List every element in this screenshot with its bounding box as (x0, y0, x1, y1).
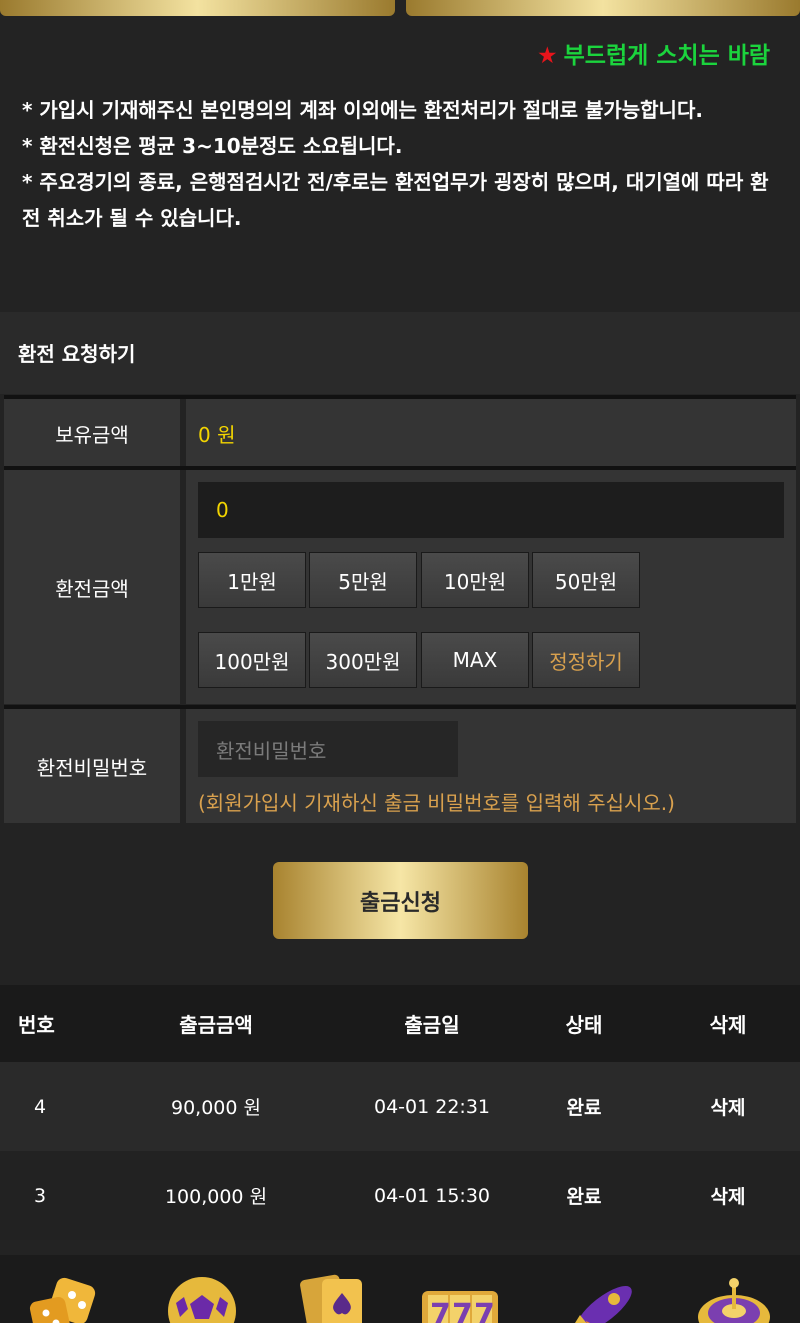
notice-line: * 환전신청은 평균 3~10분정도 소요됩니다. (22, 134, 403, 158)
withdraw-password-input[interactable]: 환전비밀번호 (198, 721, 458, 777)
svg-text:7: 7 (452, 1298, 473, 1323)
amount-row: 환전금액 0 1만원 5만원 10만원 50만원 100만원 300만원 MAX… (4, 466, 796, 704)
row-status: 완료 (566, 1097, 602, 1119)
max-button[interactable]: MAX (421, 632, 529, 688)
quick-amount-button[interactable]: 100만원 (198, 632, 306, 688)
amount-input[interactable]: 0 (198, 482, 784, 538)
soccer-ball-icon[interactable] (162, 1269, 242, 1323)
svg-text:7: 7 (474, 1298, 495, 1323)
quick-amount-button[interactable]: 50만원 (532, 552, 640, 608)
balance-row: 보유금액 0 원 (4, 395, 796, 467)
balance-value: 0 원 (198, 422, 236, 447)
row-date: 04-01 22:31 (373, 1095, 491, 1118)
amount-value-cell: 0 1만원 5만원 10만원 50만원 100만원 300만원 MAX 정정하기 (186, 470, 796, 704)
playing-cards-icon[interactable] (300, 1269, 380, 1323)
quick-amount-button[interactable]: 10만원 (421, 552, 529, 608)
balance-label: 보유금액 (4, 399, 180, 467)
svg-text:7: 7 (430, 1298, 451, 1323)
star-icon: ★ (537, 43, 558, 69)
header-date: 출금일 (404, 1013, 460, 1037)
bottom-game-nav: 7 7 7 (0, 1255, 800, 1323)
section-title: 환전 요청하기 (18, 342, 136, 366)
top-left-gold-button[interactable] (0, 0, 395, 16)
table-row: 3 100,000 원 04-01 15:30 완료 삭제 (0, 1151, 800, 1240)
row-delete-button[interactable]: 삭제 (711, 1151, 746, 1240)
history-table-header: 번호 출금금액 출금일 상태 삭제 (0, 985, 800, 1062)
row-status: 완료 (566, 1186, 602, 1208)
marquee-ticker: ★ 부드럽게 스치는 바람 (537, 36, 800, 70)
header-status: 상태 (565, 1013, 603, 1037)
row-date: 04-01 15:30 (373, 1184, 491, 1207)
password-label: 환전비밀번호 (4, 709, 180, 823)
row-amount: 100,000 원 (164, 1186, 268, 1208)
row-delete-button[interactable]: 삭제 (711, 1062, 746, 1151)
withdraw-notice: * 가입시 기재해주신 본인명의의 계좌 이외에는 환전처리가 절대로 불가능합… (22, 92, 782, 236)
rocket-icon[interactable] (560, 1269, 640, 1323)
password-hint: (회원가입시 기재하신 출금 비밀번호를 입력해 주십시오.) (198, 791, 675, 815)
quick-amount-button[interactable]: 1만원 (198, 552, 306, 608)
roulette-icon[interactable] (694, 1269, 774, 1323)
notice-line: * 주요경기의 종료, 은행점검시간 전/후로는 환전업무가 굉장히 많으며, … (22, 170, 769, 230)
row-amount: 90,000 원 (170, 1097, 262, 1119)
quick-amount-button[interactable]: 5만원 (309, 552, 417, 608)
table-row: 4 90,000 원 04-01 22:31 완료 삭제 (0, 1062, 800, 1151)
row-no: 3 (34, 1184, 47, 1207)
top-right-gold-button[interactable] (406, 0, 800, 16)
row-no: 4 (34, 1095, 47, 1118)
ticker-text: 부드럽게 스치는 바람 (563, 43, 771, 69)
slot-777-icon[interactable]: 7 7 7 (420, 1269, 500, 1323)
password-value-cell: 환전비밀번호 (회원가입시 기재하신 출금 비밀번호를 입력해 주십시오.) (186, 709, 796, 823)
reset-button[interactable]: 정정하기 (532, 632, 640, 688)
quick-amount-button[interactable]: 300만원 (309, 632, 417, 688)
password-row: 환전비밀번호 환전비밀번호 (회원가입시 기재하신 출금 비밀번호를 입력해 주… (4, 705, 796, 823)
header-amount: 출금금액 (179, 1013, 253, 1037)
header-delete: 삭제 (709, 1013, 747, 1037)
balance-value-cell: 0 원 (186, 399, 796, 467)
dice-icon[interactable] (26, 1269, 106, 1323)
withdraw-submit-button[interactable]: 출금신청 (273, 862, 528, 939)
amount-label: 환전금액 (4, 470, 180, 704)
header-no: 번호 (18, 1013, 55, 1037)
notice-line: * 가입시 기재해주신 본인명의의 계좌 이외에는 환전처리가 절대로 불가능합… (22, 98, 703, 122)
